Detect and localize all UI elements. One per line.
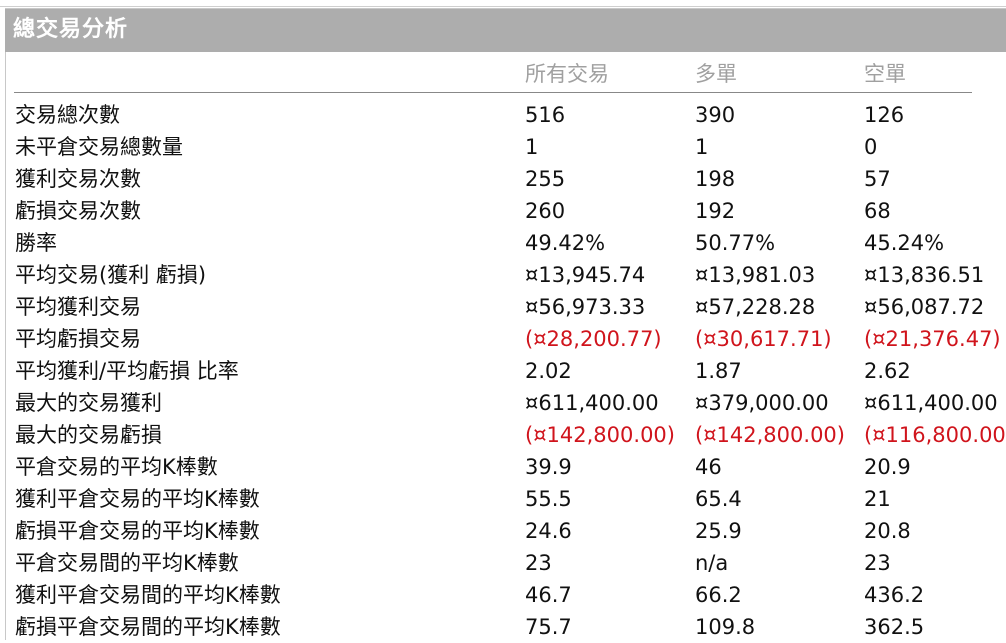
table-row: 最大的交易獲利 ¤611,400.00 ¤379,000.00 ¤611,400.00 — [6, 387, 1006, 419]
cell-long: 192 — [695, 199, 736, 223]
table-row: 交易總次數 516 390 126 — [6, 99, 1006, 131]
cell-all-trades: 23 — [525, 551, 552, 575]
cell-short: ¤13,836.51 — [864, 263, 985, 287]
row-label: 平均虧損交易 — [15, 327, 141, 351]
cell-short: (¤21,376.47) — [864, 327, 1001, 351]
cell-long: (¤142,800.00) — [695, 423, 845, 447]
row-label: 最大的交易獲利 — [15, 391, 162, 415]
column-headers: 所有交易 多單 空單 — [6, 52, 1006, 92]
cell-all-trades: 2.02 — [525, 359, 572, 383]
cell-short: 20.9 — [864, 455, 911, 479]
column-header-short: 空單 — [864, 62, 906, 86]
table-row: 虧損交易次數 260 192 68 — [6, 195, 1006, 227]
table-row: 獲利平倉交易的平均K棒數 55.5 65.4 21 — [6, 483, 1006, 515]
row-label: 平倉交易間的平均K棒數 — [15, 551, 239, 575]
cell-all-trades: 55.5 — [525, 487, 572, 511]
cell-long: (¤30,617.71) — [695, 327, 832, 351]
cell-short: 2.62 — [864, 359, 911, 383]
column-header-all-trades: 所有交易 — [525, 62, 609, 86]
table-row: 最大的交易虧損 (¤142,800.00) (¤142,800.00) (¤116,8… — [6, 419, 1006, 451]
cell-long: 198 — [695, 167, 736, 191]
cell-all-trades: 260 — [525, 199, 566, 223]
cell-all-trades: (¤142,800.00) — [525, 423, 675, 447]
cell-all-trades: 24.6 — [525, 519, 572, 543]
row-label: 平均交易(獲利 虧損) — [15, 263, 207, 287]
row-label: 虧損平倉交易的平均K棒數 — [15, 519, 260, 543]
cell-all-trades: 516 — [525, 103, 566, 127]
cell-all-trades: 49.42% — [525, 231, 606, 255]
column-header-long: 多單 — [695, 62, 737, 86]
cell-short: 57 — [864, 167, 891, 191]
row-label: 平倉交易的平均K棒數 — [15, 455, 218, 479]
cell-short: 45.24% — [864, 231, 945, 255]
cell-all-trades: ¤13,945.74 — [525, 263, 646, 287]
cell-short: 21 — [864, 487, 891, 511]
row-label: 虧損平倉交易間的平均K棒數 — [15, 615, 281, 639]
cell-long: 46 — [695, 455, 722, 479]
section-header: 總交易分析 — [5, 8, 1006, 52]
cell-long: 66.2 — [695, 583, 742, 607]
table-row: 平均交易(獲利 虧損) ¤13,945.74 ¤13,981.03 ¤13,836.5… — [6, 259, 1006, 291]
row-label: 交易總次數 — [15, 103, 120, 127]
row-label: 平均獲利/平均虧損 比率 — [15, 359, 239, 383]
top-border — [0, 0, 1006, 7]
row-label: 未平倉交易總數量 — [15, 135, 183, 159]
table-row: 平均獲利交易 ¤56,973.33 ¤57,228.28 ¤56,087.72 — [6, 291, 1006, 323]
table-row: 平倉交易的平均K棒數 39.9 46 20.9 — [6, 451, 1006, 483]
cell-long: 390 — [695, 103, 736, 127]
cell-all-trades: 1 — [525, 135, 539, 159]
cell-long: 109.8 — [695, 615, 756, 639]
table-row: 平倉交易間的平均K棒數 23 n/a 23 — [6, 547, 1006, 579]
cell-long: 50.77% — [695, 231, 776, 255]
cell-short: ¤56,087.72 — [864, 295, 985, 319]
section-title: 總交易分析 — [13, 17, 129, 42]
cell-short: 362.5 — [864, 615, 925, 639]
cell-short: 20.8 — [864, 519, 911, 543]
table-row: 未平倉交易總數量 1 1 0 — [6, 131, 1006, 163]
trade-analysis-panel: 所有交易 多單 空單 交易總次數 516 390 126 未平倉交易總數量 1 1 0 獲利交易… — [5, 52, 1006, 640]
row-label: 勝率 — [15, 231, 57, 255]
cell-long: ¤57,228.28 — [695, 295, 816, 319]
cell-short: 126 — [864, 103, 905, 127]
stats-table: 交易總次數 516 390 126 未平倉交易總數量 1 1 0 獲利交易次數 255 198 57 虧… — [6, 99, 1006, 643]
cell-short: 436.2 — [864, 583, 925, 607]
cell-all-trades: 39.9 — [525, 455, 572, 479]
cell-all-trades: 75.7 — [525, 615, 572, 639]
table-row: 獲利交易次數 255 198 57 — [6, 163, 1006, 195]
cell-short: ¤611,400.00 — [864, 391, 998, 415]
header-divider — [14, 92, 972, 93]
row-label: 獲利平倉交易間的平均K棒數 — [15, 583, 281, 607]
cell-all-trades: (¤28,200.77) — [525, 327, 662, 351]
cell-long: ¤13,981.03 — [695, 263, 816, 287]
cell-all-trades: 46.7 — [525, 583, 572, 607]
table-row: 平均獲利/平均虧損 比率 2.02 1.87 2.62 — [6, 355, 1006, 387]
table-row: 獲利平倉交易間的平均K棒數 46.7 66.2 436.2 — [6, 579, 1006, 611]
cell-long: ¤379,000.00 — [695, 391, 829, 415]
cell-short: 23 — [864, 551, 891, 575]
table-row: 虧損平倉交易間的平均K棒數 75.7 109.8 362.5 — [6, 611, 1006, 643]
table-row: 平均虧損交易 (¤28,200.77) (¤30,617.71) (¤21,376.4… — [6, 323, 1006, 355]
row-label: 獲利交易次數 — [15, 167, 141, 191]
row-label: 虧損交易次數 — [15, 199, 141, 223]
table-row: 虧損平倉交易的平均K棒數 24.6 25.9 20.8 — [6, 515, 1006, 547]
cell-long: 25.9 — [695, 519, 742, 543]
cell-long: 1 — [695, 135, 709, 159]
cell-long: 65.4 — [695, 487, 742, 511]
row-label: 獲利平倉交易的平均K棒數 — [15, 487, 260, 511]
cell-all-trades: ¤56,973.33 — [525, 295, 646, 319]
cell-all-trades: 255 — [525, 167, 566, 191]
row-label: 最大的交易虧損 — [15, 423, 162, 447]
row-label: 平均獲利交易 — [15, 295, 141, 319]
cell-all-trades: ¤611,400.00 — [525, 391, 659, 415]
table-row: 勝率 49.42% 50.77% 45.24% — [6, 227, 1006, 259]
cell-short: 0 — [864, 135, 878, 159]
cell-short: (¤116,800.00) — [864, 423, 1006, 447]
cell-long: n/a — [695, 551, 729, 575]
cell-short: 68 — [864, 199, 891, 223]
cell-long: 1.87 — [695, 359, 742, 383]
